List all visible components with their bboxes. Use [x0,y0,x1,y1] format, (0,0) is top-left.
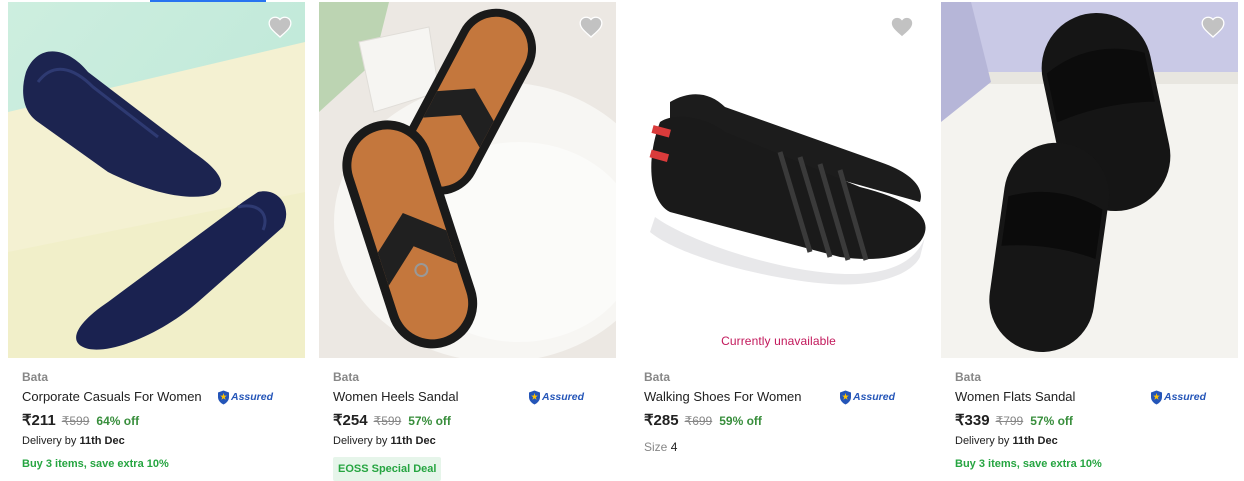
size-info: Size 4 [644,440,913,454]
delivery-info: Delivery by 11th Dec [955,434,1224,448]
delivery-date: 11th Dec [1012,435,1058,447]
product-brand: Bata [955,370,982,384]
wishlist-heart-icon[interactable] [578,14,604,40]
assured-badge: Assured [839,390,895,405]
selling-price: ₹254 [333,412,368,429]
delivery-prefix: Delivery by [22,435,77,447]
product-image[interactable] [941,2,1238,358]
assured-shield-icon [528,390,540,404]
discount-percent: 64% off [96,414,140,428]
selling-price: ₹211 [22,412,56,429]
product-card[interactable]: Bata Women Flats Sandal Assured ₹339 ₹79… [941,2,1238,481]
assured-label: Assured [852,391,895,403]
product-brand: Bata [333,370,360,384]
assured-shield-icon [217,390,229,404]
discount-percent: 57% off [408,414,451,428]
size-value: 4 [670,440,678,454]
delivery-prefix: Delivery by [955,435,1010,447]
delivery-date: 11th Dec [79,435,125,447]
assured-badge: Assured [217,390,273,405]
delivery-info: Delivery by 11th Dec [333,434,602,448]
product-info: Bata Walking Shoes For Women Assured ₹28… [644,370,913,454]
product-card[interactable]: Bata Corporate Casuals For Women Assured… [8,2,305,481]
original-price: ₹799 [995,414,1024,428]
wishlist-heart-icon[interactable] [889,14,915,40]
black-walking-shoes-image [630,2,927,358]
selling-price: ₹339 [955,412,990,429]
product-grid: Bata Corporate Casuals For Women Assured… [8,2,1238,481]
navy-ballet-flats-image [8,2,305,358]
original-price: ₹599 [373,414,402,428]
discount-percent: 57% off [1030,414,1073,428]
product-image[interactable] [319,2,616,358]
assured-shield-icon [839,390,851,404]
product-info: Bata Corporate Casuals For Women Assured… [22,370,291,471]
original-price: ₹699 [684,414,713,428]
delivery-prefix: Delivery by [333,435,388,447]
wishlist-heart-icon[interactable] [267,14,293,40]
bank-offer-text: Buy 3 items, save extra 10% [22,458,169,470]
availability-status: Currently unavailable [721,334,836,348]
assured-badge: Assured [528,390,584,405]
size-label: Size [644,440,668,454]
black-tan-sandals-image [319,2,616,358]
original-price: ₹599 [61,414,90,428]
deal-badge: EOSS Special Deal [333,457,442,481]
product-title[interactable]: Women Heels Sandal [333,388,459,406]
product-image[interactable] [8,2,305,358]
product-brand: Bata [22,370,49,384]
bank-offer-text: Buy 3 items, save extra 10% [955,458,1102,470]
product-title[interactable]: Women Flats Sandal [955,388,1075,406]
assured-label: Assured [1163,391,1206,403]
assured-shield-icon [1150,390,1162,404]
delivery-date: 11th Dec [390,435,436,447]
product-brand: Bata [644,370,671,384]
assured-label: Assured [230,391,273,403]
wishlist-heart-icon[interactable] [1200,14,1226,40]
product-info: Bata Women Heels Sandal Assured ₹254 ₹59… [333,370,602,481]
product-info: Bata Women Flats Sandal Assured ₹339 ₹79… [955,370,1224,471]
discount-percent: 59% off [719,414,762,428]
delivery-info: Delivery by 11th Dec [22,434,291,448]
assured-label: Assured [541,391,584,403]
product-image[interactable]: Currently unavailable [630,2,927,358]
black-flat-mules-image [941,2,1238,358]
assured-badge: Assured [1150,390,1206,405]
product-card[interactable]: Currently unavailable Bata Walking Shoes… [630,2,927,481]
product-card[interactable]: Bata Women Heels Sandal Assured ₹254 ₹59… [319,2,616,481]
selling-price: ₹285 [644,412,679,429]
product-title[interactable]: Walking Shoes For Women [644,388,802,406]
product-title[interactable]: Corporate Casuals For Women [22,388,202,406]
